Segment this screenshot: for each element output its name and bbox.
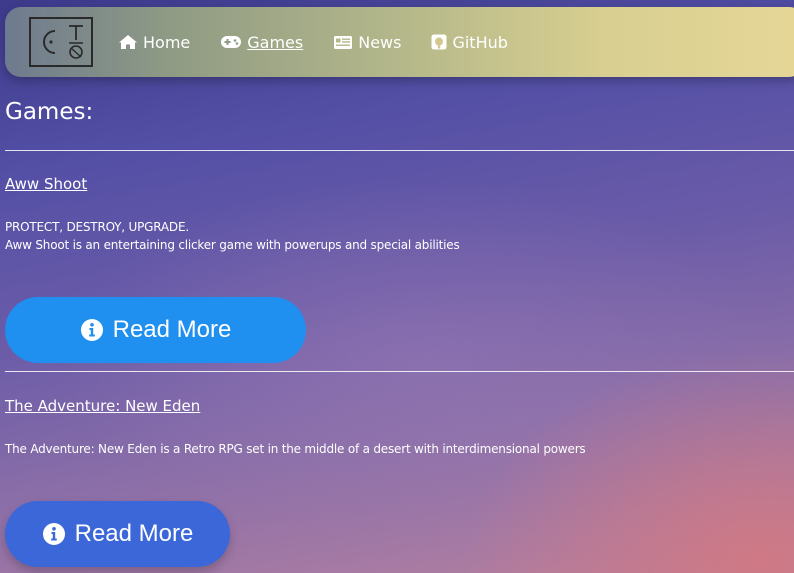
info-icon — [80, 319, 103, 341]
github-icon — [431, 34, 447, 50]
nav-item-news[interactable]: News — [333, 33, 401, 52]
game-description: Aww Shoot is an entertaining clicker gam… — [5, 238, 460, 252]
game-title-link[interactable]: The Adventure: New Eden — [5, 397, 200, 415]
nav-item-github[interactable]: GitHub — [431, 32, 508, 52]
divider — [5, 371, 794, 372]
divider — [5, 150, 794, 151]
game-tagline: PROTECT, DESTROY, UPGRADE. — [5, 220, 189, 234]
nav-menu: Home Games News GitHub — [118, 7, 538, 77]
nav-item-games[interactable]: Games — [220, 33, 303, 52]
nav-item-github-label: GitHub — [452, 32, 508, 52]
game-title-link[interactable]: Aww Shoot — [5, 175, 87, 193]
nav-item-home[interactable]: Home — [118, 33, 190, 52]
home-icon — [119, 35, 137, 49]
newspaper-icon — [334, 35, 353, 49]
read-more-button[interactable]: Read More — [5, 297, 306, 363]
nav-item-news-label: News — [358, 32, 402, 52]
site-logo[interactable] — [29, 17, 93, 67]
info-icon — [42, 523, 65, 545]
gamepad-icon — [221, 36, 242, 48]
page-title: Games: — [5, 99, 94, 125]
nav-item-home-label: Home — [143, 32, 191, 52]
game-description: The Adventure: New Eden is a Retro RPG s… — [5, 442, 586, 456]
navbar: Home Games News GitHub — [5, 7, 794, 77]
read-more-label: Read More — [74, 520, 194, 547]
read-more-button[interactable]: Read More — [5, 501, 230, 567]
read-more-label: Read More — [112, 316, 232, 343]
nav-item-games-label: Games — [247, 32, 304, 52]
